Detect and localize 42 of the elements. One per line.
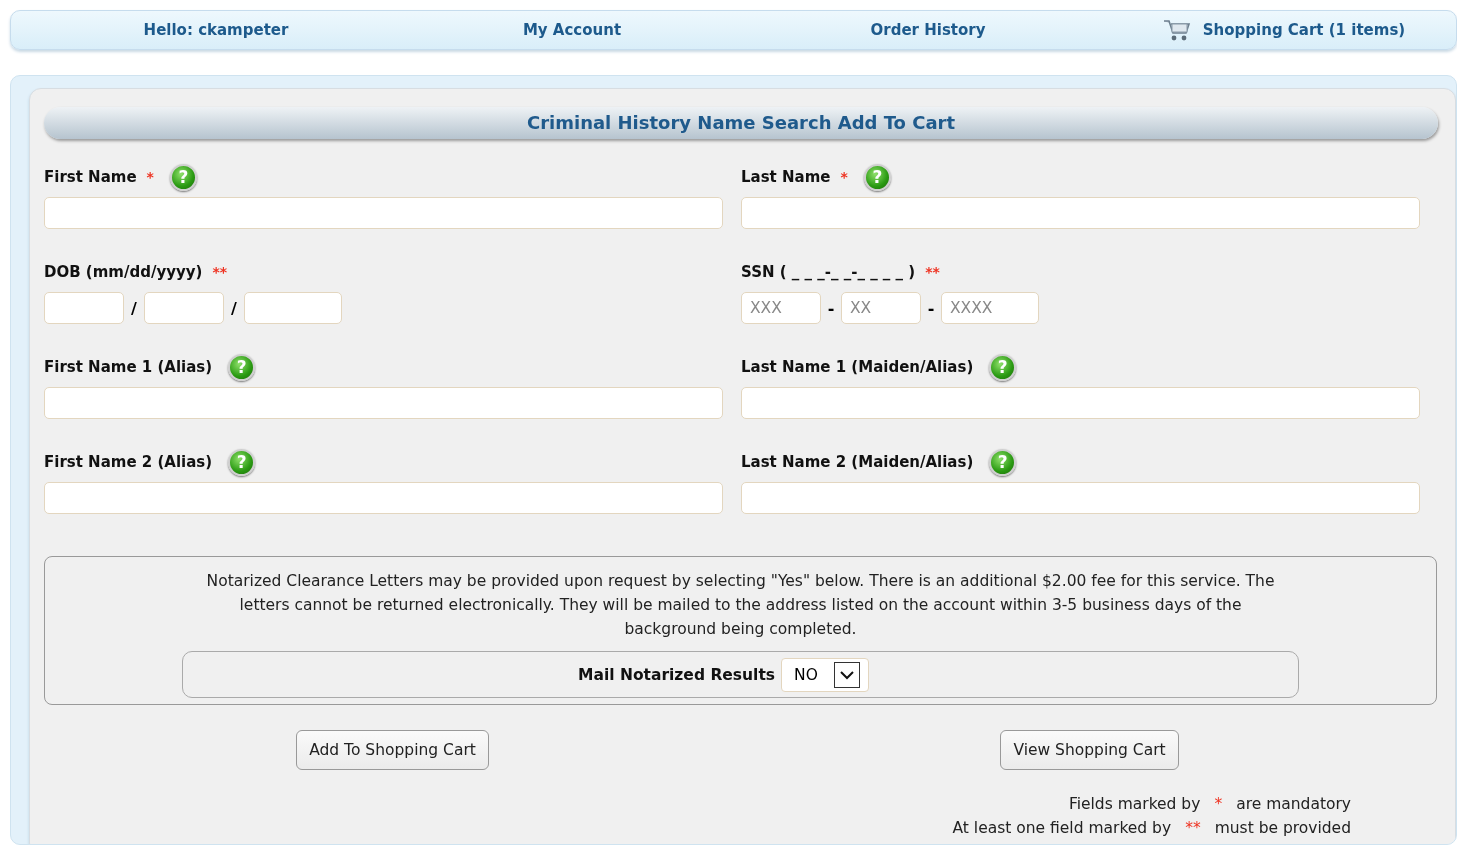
action-button[interactable]: View Shopping Cart — [1000, 730, 1179, 770]
field-label: DOB (mm/dd/yyyy) — [44, 263, 203, 281]
text-field[interactable] — [741, 387, 1420, 419]
caret-icon[interactable] — [833, 661, 860, 688]
cart-icon[interactable] — [1162, 18, 1191, 42]
footnote-text: Fields marked by * are mandatory — [1068, 794, 1351, 815]
greeting-text: Hello: ckampeter — [143, 21, 289, 39]
field-label: First Name 2 (Alias) — [44, 453, 213, 471]
required-marker: ** — [925, 264, 940, 280]
separator-text: - — [926, 298, 936, 318]
notice-text: Notarized Clearance Letters may be provided upon request by selecting "Yes" below. There is an additional $2.00 fee for this service. The letters cannot be returned electronically. They will be mailed to the address listed on the account within 3-5 business days of the background being completed. — [205, 571, 1276, 640]
text-field[interactable] — [741, 197, 1420, 229]
field-label: First Name 1 (Alias) — [44, 358, 213, 376]
text-field[interactable]: XXXX — [941, 292, 1039, 324]
action-button[interactable]: Add To Shopping Cart — [296, 730, 489, 770]
text-field[interactable] — [144, 292, 224, 324]
text-field[interactable] — [44, 482, 723, 514]
required-marker: * — [146, 169, 154, 185]
form-title: Criminal History Name Search Add To Cart — [44, 107, 1438, 139]
field-label: First Name — [44, 168, 137, 186]
required-marker: * — [840, 169, 848, 185]
text-field[interactable]: XXX — [741, 292, 821, 324]
select-label: Mail Notarized Results — [578, 665, 776, 684]
text-field[interactable] — [44, 387, 723, 419]
required-marker: ** — [212, 264, 228, 280]
field-label: Last Name 2 (Maiden/Alias) — [741, 453, 974, 471]
field-label: Last Name — [741, 168, 831, 186]
nav-link[interactable]: My Account — [522, 21, 622, 39]
footnote-text: At least one field marked by ** must be provided — [952, 818, 1351, 839]
text-field[interactable] — [244, 292, 342, 324]
text-field[interactable]: XX — [841, 292, 921, 324]
shopping-cart-link[interactable]: Shopping Cart (1 items) — [1202, 21, 1406, 39]
nav-link[interactable]: Order History — [870, 21, 986, 39]
text-field[interactable] — [741, 482, 1420, 514]
field-label: SSN ( _ _ _-_ _-_ _ _ _ ) — [741, 263, 916, 281]
separator-text: / — [230, 298, 238, 318]
field-label: Last Name 1 (Maiden/Alias) — [741, 358, 974, 376]
text-field[interactable] — [44, 292, 124, 324]
dropdown[interactable]: NO — [781, 657, 869, 692]
separator-text: / — [130, 298, 138, 318]
text-field[interactable] — [44, 197, 723, 229]
separator-text: - — [826, 298, 836, 318]
